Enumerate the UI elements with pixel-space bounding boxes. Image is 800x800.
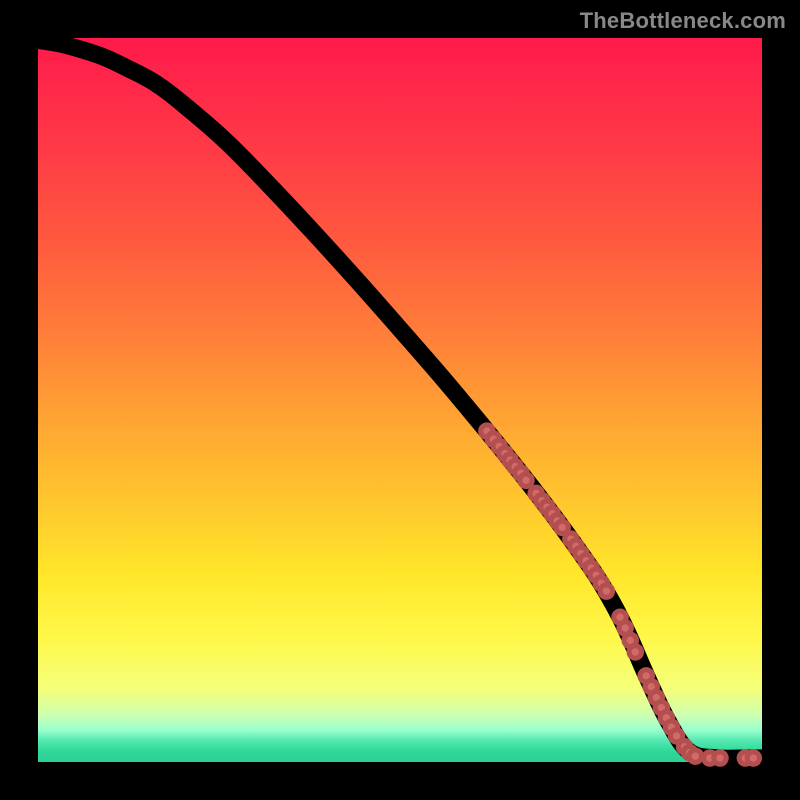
curve-line bbox=[38, 40, 762, 758]
data-marker bbox=[600, 585, 612, 597]
marker-group bbox=[481, 425, 760, 764]
plot-overlay bbox=[38, 38, 762, 762]
data-marker bbox=[714, 752, 726, 764]
data-marker bbox=[689, 750, 701, 762]
data-marker bbox=[520, 474, 532, 486]
chart-stage: TheBottleneck.com bbox=[0, 0, 800, 800]
data-marker bbox=[629, 646, 641, 658]
data-marker bbox=[747, 752, 759, 764]
watermark-text: TheBottleneck.com bbox=[580, 8, 786, 34]
plot-area bbox=[38, 38, 762, 762]
